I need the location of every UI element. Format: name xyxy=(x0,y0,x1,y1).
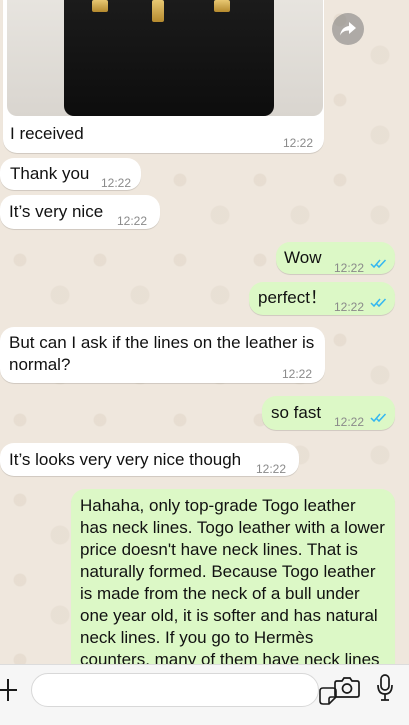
message-time: 12:22 xyxy=(283,136,314,150)
message-input[interactable] xyxy=(31,673,337,707)
message-time: 12:22 xyxy=(256,462,287,476)
message-text: Hahaha, only top-grade Togo leather has … xyxy=(80,496,385,664)
bag-lock xyxy=(152,0,164,22)
message-time: 12:22 xyxy=(117,214,148,228)
message-composer xyxy=(0,664,409,725)
forward-icon xyxy=(340,22,356,36)
message-text: Wow xyxy=(284,248,322,267)
message-time: 12:22 xyxy=(334,261,365,275)
message-text: I received xyxy=(10,124,84,143)
message-text: It’s very nice xyxy=(9,202,104,221)
message-text: Thank you xyxy=(10,164,90,183)
message-text: But can I ask if the lines on the leathe… xyxy=(9,333,315,374)
microphone-icon[interactable] xyxy=(376,674,394,702)
camera-icon[interactable] xyxy=(334,676,360,698)
outgoing-message[interactable]: Hahaha, only top-grade Togo leather has … xyxy=(71,489,395,664)
forward-button[interactable] xyxy=(332,13,364,45)
bag-photo[interactable] xyxy=(7,0,323,116)
incoming-message[interactable]: It’s looks very very nice though 12:22 xyxy=(0,443,299,476)
incoming-message[interactable]: Thank you 12:22 xyxy=(0,158,141,190)
incoming-message[interactable]: It’s very nice 12:22 xyxy=(0,195,160,229)
chat-area[interactable]: I received 12:22 Thank you 12:22 It’s ve… xyxy=(0,0,409,664)
message-time: 12:22 xyxy=(334,300,365,314)
incoming-message[interactable]: But can I ask if the lines on the leathe… xyxy=(0,327,325,383)
bag-hardware xyxy=(214,0,230,12)
outgoing-message[interactable]: so fast 12:22 xyxy=(262,396,395,430)
read-receipt-icon xyxy=(370,298,387,308)
bag-image xyxy=(64,0,274,116)
outgoing-message[interactable]: perfect！ 12:22 xyxy=(249,282,395,315)
message-text: so fast xyxy=(271,403,322,422)
read-receipt-icon xyxy=(370,413,387,423)
image-message[interactable]: I received 12:22 xyxy=(3,0,324,153)
message-time: 12:22 xyxy=(101,176,132,190)
plus-icon[interactable] xyxy=(0,677,20,703)
outgoing-message[interactable]: Wow 12:22 xyxy=(276,242,395,275)
message-text: perfect！ xyxy=(258,288,327,307)
message-time: 12:22 xyxy=(282,367,313,381)
message-text: It’s looks very very nice though xyxy=(9,450,242,469)
message-time: 12:22 xyxy=(334,415,365,429)
bag-hardware xyxy=(92,0,108,12)
read-receipt-icon xyxy=(370,259,387,269)
